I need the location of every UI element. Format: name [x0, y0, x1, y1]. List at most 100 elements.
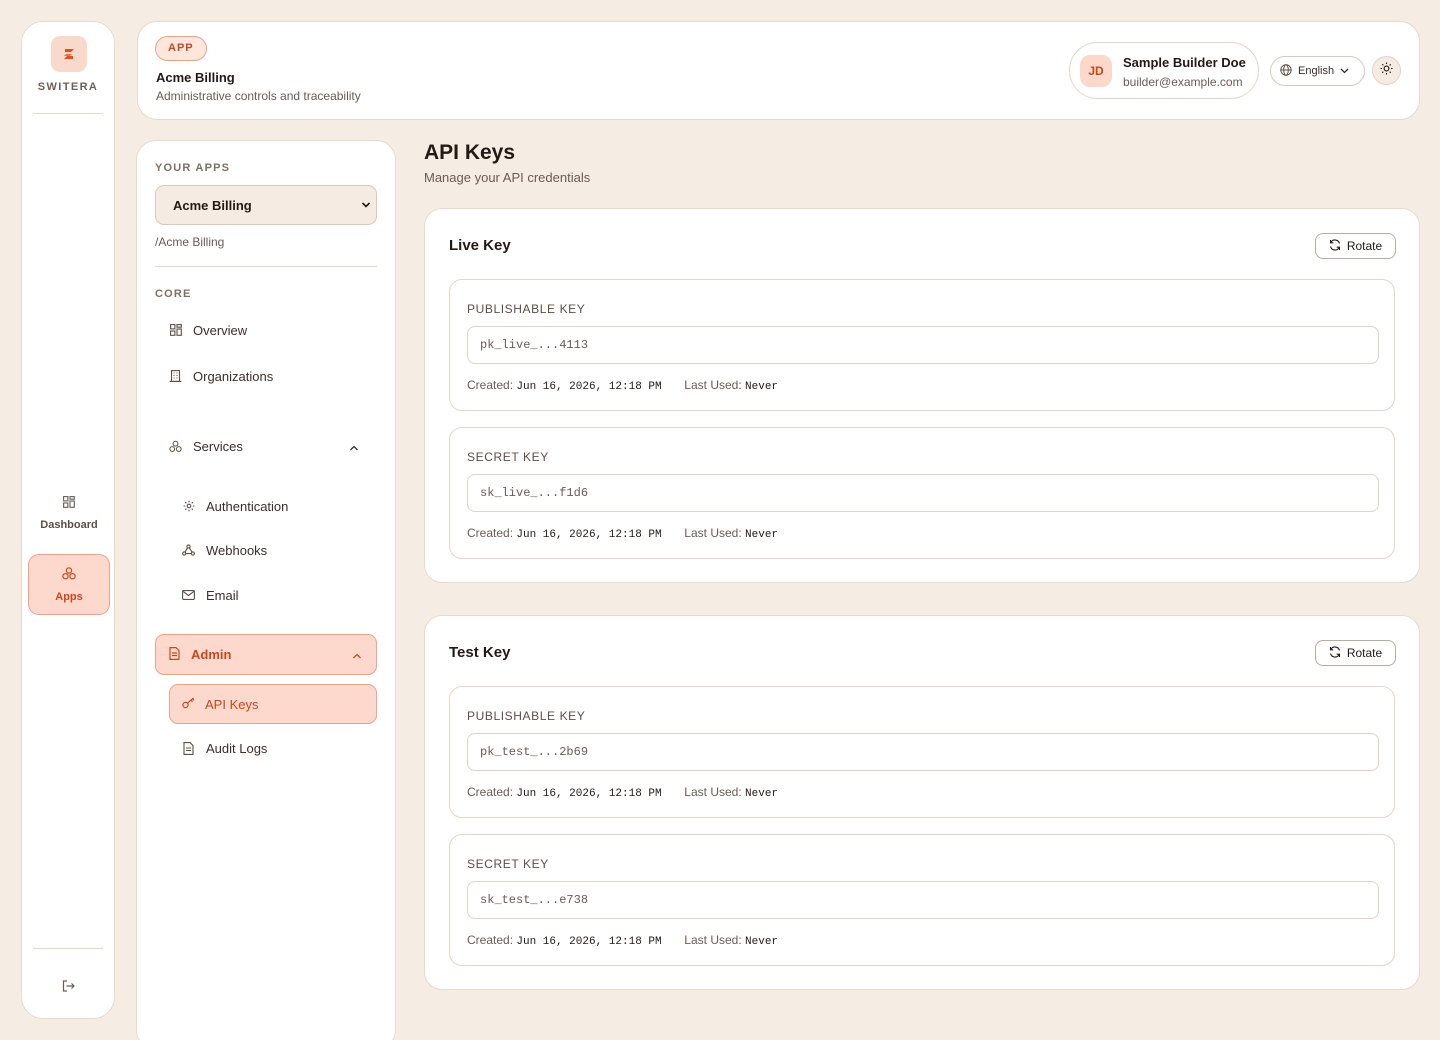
sidebar-item-email[interactable]: Email	[182, 575, 239, 615]
key-meta: Created: Jun 16, 2026, 12:18 PM Last Use…	[467, 785, 778, 800]
rotate-button[interactable]: Rotate	[1315, 640, 1396, 666]
page-title: API Keys	[424, 141, 516, 164]
key-value-field[interactable]: pk_test_...2b69	[467, 733, 1379, 771]
key-meta: Created: Jun 16, 2026, 12:18 PM Last Use…	[467, 526, 778, 541]
app-path: /Acme Billing	[155, 235, 225, 249]
your-apps-heading: YOUR APPS	[155, 162, 231, 174]
refresh-icon	[1329, 238, 1341, 254]
sidebar-item-admin[interactable]: Admin	[155, 634, 377, 675]
card-title: Test Key	[449, 644, 511, 661]
created-value: Jun 16, 2026, 12:18 PM	[516, 381, 662, 393]
avatar: JD	[1080, 55, 1112, 87]
created-value: Jun 16, 2026, 12:18 PM	[516, 529, 662, 541]
mail-icon	[182, 589, 195, 602]
rotate-label: Rotate	[1346, 646, 1383, 660]
sidebar-item-authentication[interactable]: Authentication	[182, 486, 288, 526]
app-select[interactable]: Acme Billing	[155, 185, 377, 225]
key-value-field[interactable]: sk_live_...f1d6	[467, 474, 1379, 512]
sun-icon	[1380, 62, 1393, 80]
sidebar-item-label: Email	[206, 587, 239, 603]
sidebar-item-label: Overview	[193, 322, 248, 338]
key-label: SECRET KEY	[467, 857, 549, 871]
theme-toggle[interactable]	[1372, 56, 1401, 85]
chevron-up-icon	[349, 439, 359, 454]
sidebar-item-webhooks[interactable]: Webhooks	[182, 530, 267, 570]
sidebar-item-label: API Keys	[205, 696, 259, 712]
sidebar-item-label: Services	[193, 438, 243, 454]
gear-icon	[182, 500, 195, 513]
created-value: Jun 16, 2026, 12:18 PM	[516, 788, 662, 800]
language-select[interactable]: English	[1270, 56, 1365, 86]
last-used-value: Never	[745, 788, 779, 800]
page-subtitle: Manage your API credentials	[424, 170, 591, 185]
created-label: Created:	[467, 378, 514, 392]
rail-divider	[33, 113, 103, 114]
key-value-field[interactable]: pk_live_...4113	[467, 326, 1379, 364]
grid-icon	[169, 324, 182, 337]
user-name: Sample Builder Doe	[1123, 55, 1246, 70]
rail-item-label: Dashboard	[40, 519, 98, 531]
rail-item-dashboard[interactable]: Dashboard	[28, 483, 110, 544]
sidebar-item-overview[interactable]: Overview	[169, 310, 247, 350]
created-label: Created:	[467, 785, 514, 799]
last-used-value: Never	[745, 936, 779, 948]
secret-key-panel: SECRET KEY sk_test_...e738 Created: Jun …	[449, 834, 1395, 966]
logout-icon[interactable]	[58, 976, 78, 996]
key-meta: Created: Jun 16, 2026, 12:18 PM Last Use…	[467, 933, 778, 948]
secret-key-panel: SECRET KEY sk_live_...f1d6 Created: Jun …	[449, 427, 1395, 559]
brand-name: SWITERA	[37, 81, 99, 93]
rail-divider	[33, 948, 103, 949]
created-label: Created:	[467, 526, 514, 540]
sidebar-item-label: Authentication	[206, 498, 289, 514]
app-badge: APP	[155, 36, 207, 61]
last-used-value: Never	[745, 529, 779, 541]
created-value: Jun 16, 2026, 12:18 PM	[516, 936, 662, 948]
chevron-down-icon	[361, 199, 371, 214]
building-icon	[169, 370, 182, 383]
top-bar: APP Acme Billing Administrative controls…	[137, 21, 1420, 120]
last-used-label: Last Used:	[684, 526, 742, 540]
publishable-key-panel: PUBLISHABLE KEY pk_test_...2b69 Created:…	[449, 686, 1395, 818]
key-value-field[interactable]: sk_test_...e738	[467, 881, 1379, 919]
key-icon	[182, 697, 195, 712]
brand-logo-icon[interactable]	[51, 36, 87, 72]
refresh-icon	[1329, 645, 1341, 661]
sidebar-item-audit-logs[interactable]: Audit Logs	[182, 728, 267, 768]
chevron-down-icon	[1340, 65, 1349, 77]
sidebar-item-api-keys[interactable]: API Keys	[169, 684, 377, 724]
sidebar-item-label: Audit Logs	[206, 740, 268, 756]
last-used-label: Last Used:	[684, 933, 742, 947]
grid-icon	[63, 496, 75, 511]
sidebar-item-services[interactable]: Services	[169, 426, 359, 466]
sidebar-item-label: Organizations	[193, 368, 274, 384]
rail-item-label: Apps	[55, 590, 83, 603]
key-label: PUBLISHABLE KEY	[467, 709, 586, 723]
left-rail: SWITERA Dashboard Apps	[21, 21, 115, 1019]
live-key-card: Live Key Rotate PUBLISHABLE KEY pk_live_…	[424, 208, 1420, 583]
webhook-icon	[182, 544, 195, 557]
document-icon	[169, 646, 180, 663]
sidebar-item-label: Webhooks	[206, 542, 268, 558]
document-icon	[182, 741, 195, 755]
sidebar-item-label: Admin	[191, 647, 232, 662]
last-used-value: Never	[745, 381, 779, 393]
language-label: English	[1298, 65, 1335, 77]
test-key-card: Test Key Rotate PUBLISHABLE KEY pk_test_…	[424, 615, 1420, 990]
user-menu[interactable]: JD Sample Builder Doe builder@example.co…	[1069, 42, 1259, 99]
apps-icon	[169, 440, 182, 453]
core-heading: CORE	[155, 288, 192, 300]
app-sidebar: YOUR APPS Acme Billing /Acme Billing COR…	[136, 140, 396, 1040]
rail-item-apps[interactable]: Apps	[28, 554, 110, 615]
chevron-up-icon	[352, 647, 362, 662]
sidebar-divider	[155, 266, 377, 267]
card-title: Live Key	[449, 237, 511, 254]
last-used-label: Last Used:	[684, 378, 742, 392]
created-label: Created:	[467, 933, 514, 947]
last-used-label: Last Used:	[684, 785, 742, 799]
globe-icon	[1280, 63, 1292, 79]
key-label: SECRET KEY	[467, 450, 549, 464]
apps-icon	[62, 566, 76, 583]
app-title: Acme Billing	[156, 70, 235, 85]
rotate-button[interactable]: Rotate	[1315, 233, 1396, 259]
sidebar-item-organizations[interactable]: Organizations	[169, 356, 273, 396]
